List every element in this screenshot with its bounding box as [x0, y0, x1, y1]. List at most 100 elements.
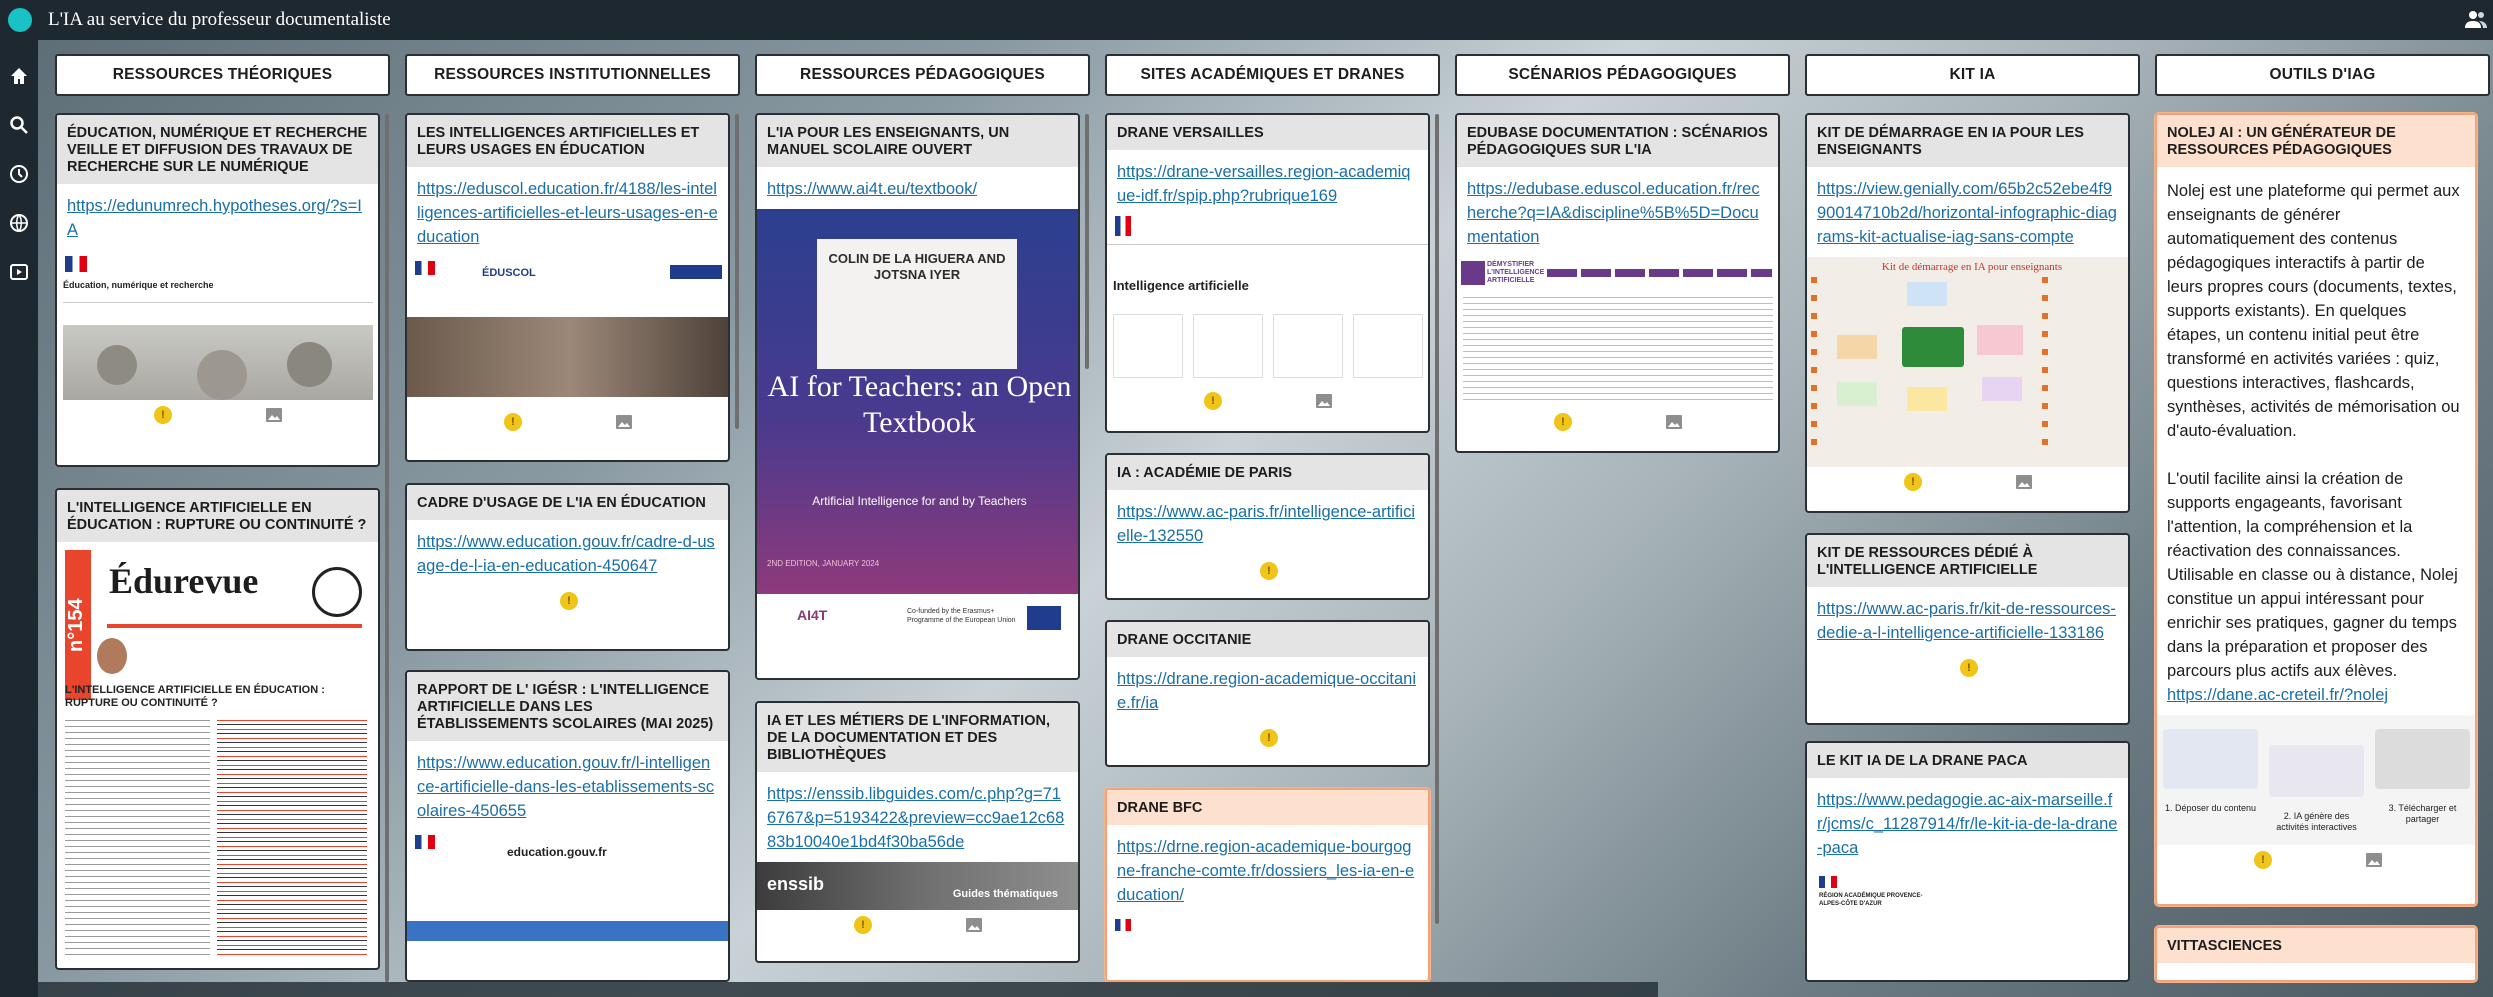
post-link[interactable]: https://dane.ac-creteil.fr/?nolej [2167, 686, 2388, 704]
link-preview-image[interactable]: n°154 Édurevue L'INTELLIGENCE ARTIFICIEL… [57, 542, 378, 962]
column-scrollbar[interactable] [1435, 114, 1439, 924]
image-icon[interactable] [1315, 393, 1333, 409]
post-link[interactable]: https://view.genially.com/65b2c52ebe4f99… [1807, 167, 2128, 257]
post-card-rapport-igesr[interactable]: RAPPORT DE L' IGÉSR : L'INTELLIGENCE ART… [405, 670, 730, 982]
book-funding: Co-funded by the Erasmus+ Programme of t… [907, 608, 1016, 624]
post-title: IA ET LES MÉTIERS DE L'INFORMATION, DE L… [757, 703, 1078, 772]
info-icon[interactable]: ! [1904, 473, 1922, 491]
image-icon[interactable] [265, 407, 283, 423]
members-icon[interactable] [2465, 9, 2487, 29]
post-title: VITTASCIENCES [2157, 928, 2475, 963]
home-icon[interactable] [9, 66, 29, 86]
board-title[interactable]: L'IA au service du professeur documental… [48, 9, 391, 31]
link-preview-image[interactable]: Intelligence artificielle [1107, 216, 1428, 386]
link-preview-image[interactable]: enssib Guides thématiques [757, 862, 1078, 910]
info-icon[interactable]: ! [854, 916, 872, 934]
column-header[interactable]: SCÉNARIOS PÉDAGOGIQUES [1455, 54, 1790, 96]
info-icon[interactable]: ! [1204, 392, 1222, 410]
link-preview-image[interactable]: education.gouv.fr [407, 831, 728, 941]
post-link[interactable]: https://drane-versailles.region-academiq… [1107, 150, 1428, 216]
image-icon[interactable] [1665, 414, 1683, 430]
post-card-academie-paris[interactable]: IA : ACADÉMIE DE PARIS https://www.ac-pa… [1105, 453, 1430, 600]
info-icon[interactable]: ! [560, 592, 578, 610]
post-card-drane-occitanie[interactable]: DRANE OCCITANIE https://drane.region-aca… [1105, 620, 1430, 767]
column-scrollbar[interactable] [1085, 114, 1089, 369]
info-icon[interactable]: ! [154, 406, 172, 424]
history-icon[interactable] [9, 164, 29, 184]
link-preview-image[interactable]: DÉMYSTIFIER L'INTELLIGENCE ARTIFICIELLE [1457, 257, 1778, 407]
info-icon[interactable]: ! [1260, 729, 1278, 747]
preview-brand: RÉGION ACADÉMIQUE PROVENCE-ALPES-CÔTE D'… [1819, 893, 1923, 907]
post-link[interactable]: https://eduscol.education.fr/4188/les-in… [407, 167, 728, 257]
post-link[interactable]: https://www.education.gouv.fr/cadre-d-us… [407, 520, 728, 586]
app-logo[interactable] [8, 8, 32, 32]
post-card-eduscol[interactable]: LES INTELLIGENCES ARTIFICIELLES ET LEURS… [405, 113, 730, 462]
post-card-nolej[interactable]: NOLEJ AI : UN GÉNÉRATEUR DE RESSOURCES P… [2155, 113, 2477, 906]
image-icon[interactable] [2015, 474, 2033, 490]
column-header[interactable]: RESSOURCES THÉORIQUES [55, 54, 390, 96]
post-card-kit-paca[interactable]: LE KIT IA DE LA DRANE PACA https://www.p… [1805, 741, 2130, 982]
globe-icon[interactable] [9, 213, 29, 233]
post-card-edubase[interactable]: EDUBASE DOCUMENTATION : SCÉNARIOS PÉDAGO… [1455, 113, 1780, 453]
image-icon[interactable] [2365, 852, 2383, 868]
column-scrollbar[interactable] [735, 114, 739, 429]
post-link[interactable]: https://drane.region-academique-occitani… [1107, 657, 1428, 723]
post-card-edurevue[interactable]: L'INTELLIGENCE ARTIFICIELLE EN ÉDUCATION… [55, 488, 380, 970]
post-link[interactable]: https://edubase.eduscol.education.fr/rec… [1457, 167, 1778, 257]
post-link[interactable]: https://www.pedagogie.ac-aix-marseille.f… [1807, 778, 2128, 868]
slideshow-icon[interactable] [9, 262, 29, 282]
column-header[interactable]: KIT IA [1805, 54, 2140, 96]
preview-heading: DÉMYSTIFIER L'INTELLIGENCE ARTIFICIELLE [1487, 261, 1545, 284]
post-footer: ! [1457, 407, 1778, 437]
column-header[interactable]: RESSOURCES INSTITUTIONNELLES [405, 54, 740, 96]
link-preview-image[interactable]: Kit de démarrage en IA pour enseignants [1807, 257, 2128, 467]
info-icon[interactable]: ! [1554, 413, 1572, 431]
info-icon[interactable]: ! [2254, 851, 2272, 869]
link-preview-image[interactable]: COLIN DE LA HIGUERA AND JOTSNA IYER AI f… [757, 209, 1078, 678]
post-card-vittasciences[interactable]: VITTASCIENCES [2155, 926, 2477, 982]
post-card-kit-demarrage[interactable]: KIT DE DÉMARRAGE EN IA POUR LES ENSEIGNA… [1805, 113, 2130, 513]
post-card-enssib[interactable]: IA ET LES MÉTIERS DE L'INFORMATION, DE L… [755, 701, 1080, 963]
link-preview-image[interactable]: 1. Déposer du contenu 2. IA génère des a… [2157, 715, 2475, 845]
post-title: KIT DE DÉMARRAGE EN IA POUR LES ENSEIGNA… [1807, 115, 2128, 167]
post-card-drane-bfc[interactable]: DRANE BFC https://drne.region-academique… [1105, 788, 1430, 982]
post-card-cadre-usage[interactable]: CADRE D'USAGE DE L'IA EN ÉDUCATION https… [405, 483, 730, 651]
post-card-kit-ressources[interactable]: KIT DE RESSOURCES DÉDIÉ À L'INTELLIGENCE… [1805, 533, 2130, 725]
info-icon[interactable]: ! [1260, 562, 1278, 580]
info-icon[interactable]: ! [504, 413, 522, 431]
column-header[interactable]: SITES ACADÉMIQUES ET DRANES [1105, 54, 1440, 96]
post-title: ÉDUCATION, NUMÉRIQUE ET RECHERCHE VEILLE… [57, 115, 378, 184]
post-paragraph: L'outil facilite ainsi la création de su… [2167, 470, 2458, 680]
link-preview-image[interactable]: RÉGION ACADÉMIQUE PROVENCE-ALPES-CÔTE D'… [1807, 868, 2128, 928]
info-icon[interactable]: ! [1960, 659, 1978, 677]
preview-heading: Intelligence artificielle [1113, 278, 1249, 293]
left-nav [0, 40, 38, 997]
column-scrollbar[interactable] [385, 114, 389, 982]
post-card-drane-versailles[interactable]: DRANE VERSAILLES https://drane-versaille… [1105, 113, 1430, 433]
post-card-edunumrech[interactable]: ÉDUCATION, NUMÉRIQUE ET RECHERCHE VEILLE… [55, 113, 380, 467]
link-preview-image[interactable] [1107, 915, 1428, 955]
step-label: 1. Déposer du contenu [2164, 803, 2257, 813]
post-link[interactable]: https://www.ac-paris.fr/intelligence-art… [1107, 490, 1428, 556]
book-title: AI for Teachers: an Open Textbook [767, 370, 1072, 439]
horizontal-scrollbar[interactable] [38, 982, 1658, 997]
link-preview-image[interactable]: Éducation, numérique et recherche [57, 250, 378, 400]
link-preview-image[interactable]: ÉDUSCOL [407, 257, 728, 407]
post-link[interactable]: https://edunumrech.hypotheses.org/?s=IA [57, 184, 378, 250]
post-title: DRANE VERSAILLES [1107, 115, 1428, 150]
image-icon[interactable] [615, 414, 633, 430]
column-header[interactable]: RESSOURCES PÉDAGOGIQUES [755, 54, 1090, 96]
post-link[interactable]: https://www.ac-paris.fr/kit-de-ressource… [1807, 587, 2128, 653]
post-link[interactable]: https://www.ai4t.eu/textbook/ [757, 167, 1078, 209]
post-link[interactable]: https://www.education.gouv.fr/l-intellig… [407, 741, 728, 831]
post-link[interactable]: https://enssib.libguides.com/c.php?g=716… [757, 772, 1078, 862]
magazine-brand: Édurevue [109, 561, 259, 601]
image-icon[interactable] [965, 917, 983, 933]
preview-brand: ÉDUSCOL [482, 267, 536, 279]
column-header[interactable]: OUTILS D'IAG [2155, 54, 2490, 96]
preview-title: Éducation, numérique et recherche [63, 280, 214, 290]
search-icon[interactable] [9, 115, 29, 135]
post-link[interactable]: https://drne.region-academique-bourgogne… [1107, 825, 1428, 915]
post-title: L'IA POUR LES ENSEIGNANTS, UN MANUEL SCO… [757, 115, 1078, 167]
post-card-ai4t[interactable]: L'IA POUR LES ENSEIGNANTS, UN MANUEL SCO… [755, 113, 1080, 680]
